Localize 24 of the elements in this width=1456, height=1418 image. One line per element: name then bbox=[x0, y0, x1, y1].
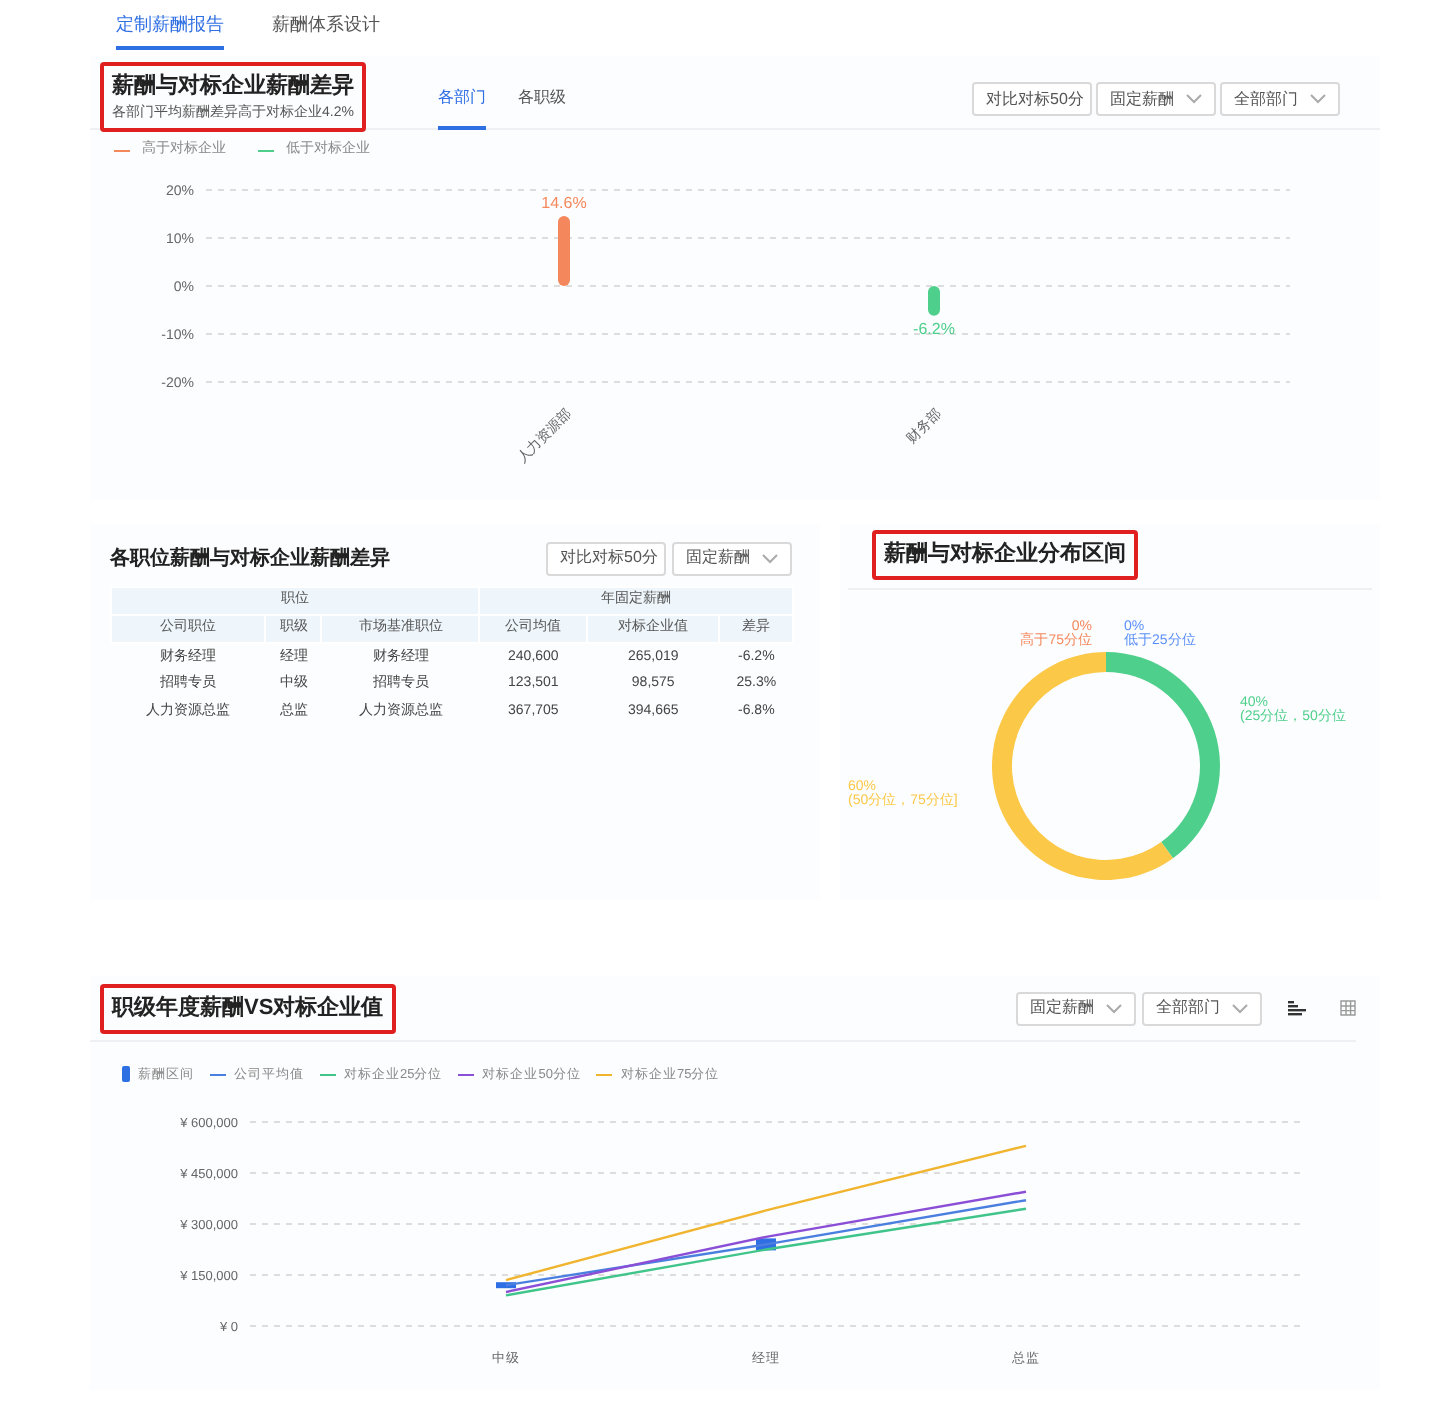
value-label: -6.2% bbox=[913, 318, 955, 337]
panel-title: 薪酬与对标企业分布区间 bbox=[884, 539, 1126, 570]
caret-icon bbox=[1106, 1003, 1122, 1014]
value-label: 14.6% bbox=[541, 192, 587, 211]
dropdown[interactable]: 全部部门 bbox=[1142, 991, 1262, 1026]
caret-icon bbox=[762, 553, 778, 563]
panel-title: 薪酬与对标企业薪酬差异 bbox=[112, 71, 354, 102]
top-tab[interactable]: 定制薪酬报告 bbox=[116, 12, 224, 49]
panel-title: 职级年度薪酬VS对标企业值 bbox=[112, 993, 384, 1024]
chart-tab[interactable]: 各职级 bbox=[518, 86, 566, 130]
dropdown[interactable]: 固定薪酬 bbox=[672, 541, 792, 575]
caret-icon bbox=[1310, 94, 1326, 104]
dropdown[interactable]: 固定薪酬 bbox=[1096, 82, 1216, 116]
top-tab[interactable]: 薪酬体系设计 bbox=[272, 12, 380, 49]
dropdown[interactable]: 对比对标50分 bbox=[546, 541, 666, 575]
chart-tab[interactable]: 各部门 bbox=[438, 86, 486, 130]
dropdown[interactable]: 固定薪酬 bbox=[1016, 991, 1136, 1026]
caret-icon bbox=[1186, 94, 1202, 104]
dropdown[interactable]: 对比对标50分 bbox=[972, 82, 1092, 116]
panel-title: 各职位薪酬与对标企业薪酬差异 bbox=[110, 545, 390, 573]
dropdown[interactable]: 全部部门 bbox=[1220, 82, 1340, 116]
table-icon[interactable] bbox=[1340, 1000, 1356, 1017]
caret-icon bbox=[1232, 1003, 1248, 1014]
bar-chart-icon[interactable] bbox=[1288, 1000, 1306, 1017]
